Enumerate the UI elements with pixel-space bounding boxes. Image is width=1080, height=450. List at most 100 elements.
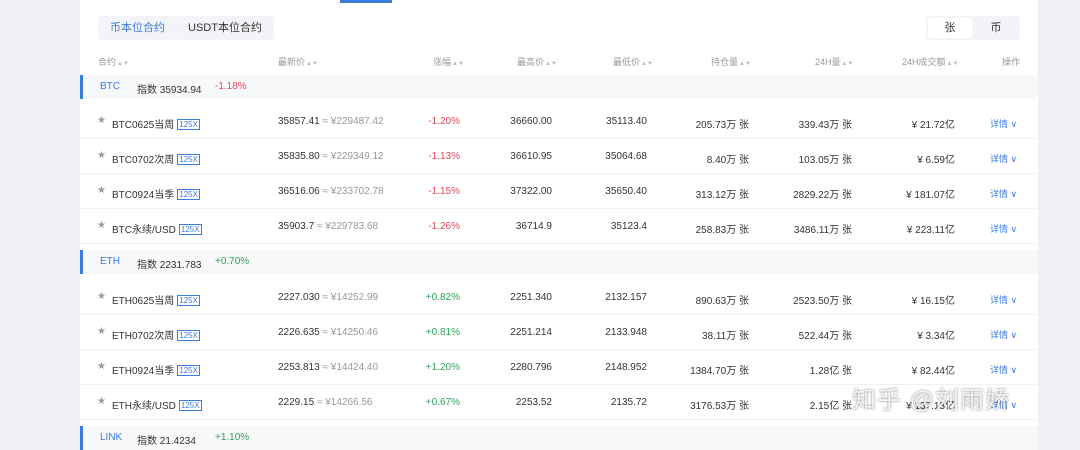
change-value: +0.67% bbox=[425, 397, 460, 408]
chevron-down-icon: ∨ bbox=[1010, 189, 1018, 199]
leverage-badge: 125X bbox=[177, 154, 200, 165]
col-header-volume[interactable]: 24H量▲▼ bbox=[815, 55, 853, 68]
contract-name[interactable]: BTC永续/USD 125X bbox=[112, 221, 202, 236]
sort-icon: ▲▼ bbox=[452, 61, 464, 67]
unit-toggle: 张 币 bbox=[926, 16, 1020, 40]
contract-name[interactable]: ETH0924当季 125X bbox=[112, 362, 200, 377]
leverage-badge: 125X bbox=[177, 365, 200, 376]
change-value: -1.26% bbox=[428, 221, 460, 232]
high-value: 2280.796 bbox=[510, 362, 552, 373]
change-value: -1.20% bbox=[428, 116, 460, 127]
sort-icon: ▲▼ bbox=[946, 61, 959, 67]
detail-link[interactable]: 详情 ∨ bbox=[990, 363, 1017, 376]
tab-usdt-margined[interactable]: USDT本位合约 bbox=[176, 16, 274, 40]
sort-icon: ▲▼ bbox=[641, 61, 653, 67]
sort-icon: ▲▼ bbox=[545, 61, 557, 67]
col-header-change[interactable]: 涨幅▲▼ bbox=[433, 55, 464, 68]
chevron-down-icon: ∨ bbox=[1010, 154, 1018, 164]
sort-icon: ▲▼ bbox=[306, 61, 318, 67]
contract-name[interactable]: ETH0702次周 125X bbox=[112, 327, 200, 342]
group-code: BTC bbox=[100, 81, 120, 92]
col-header-turnover-label: 24H成交额 bbox=[902, 57, 946, 67]
high-value: 36660.00 bbox=[510, 116, 552, 127]
group-accent-bar bbox=[80, 426, 83, 450]
detail-link[interactable]: 详情 ∨ bbox=[990, 187, 1017, 200]
star-icon[interactable]: ★ bbox=[97, 291, 106, 302]
watermark: 知乎 @刘雨娇 bbox=[852, 387, 1011, 414]
open-interest-value: 3176.53万 张 bbox=[690, 401, 749, 412]
volume-value: 339.43万 张 bbox=[798, 120, 852, 131]
contract-name[interactable]: BTC0702次周 125X bbox=[112, 151, 200, 166]
sort-icon: ▲▼ bbox=[117, 61, 129, 67]
change-value: -1.13% bbox=[428, 151, 460, 162]
open-interest-value: 313.12万 张 bbox=[695, 190, 749, 201]
chevron-down-icon: ∨ bbox=[1010, 400, 1018, 410]
group-code: ETH bbox=[100, 256, 120, 267]
index-change: +0.70% bbox=[215, 256, 250, 267]
open-interest-value: 8.40万 张 bbox=[706, 155, 749, 166]
col-header-last-price[interactable]: 最新价▲▼ bbox=[278, 55, 318, 68]
table-row[interactable]: ★ ETH0702次周 125X 2226.635 ≈ ¥14250.46 +0.… bbox=[80, 314, 1038, 350]
last-price: 2253.813 ≈ ¥14424.40 bbox=[278, 362, 379, 373]
last-price: 2226.635 ≈ ¥14250.46 bbox=[278, 327, 379, 338]
table-row[interactable]: ★ BTC永续/USD 125X 35903.7 ≈ ¥229783.68 -1.… bbox=[80, 208, 1038, 244]
volume-value: 2.15亿 张 bbox=[809, 401, 852, 412]
contract-name[interactable]: ETH永续/USD 125X bbox=[112, 397, 202, 412]
col-header-turnover[interactable]: 24H成交额▲▼ bbox=[902, 55, 958, 68]
star-icon[interactable]: ★ bbox=[97, 326, 106, 337]
last-price: 35835.80 ≈ ¥229349.12 bbox=[278, 151, 384, 162]
col-header-last-price-label: 最新价 bbox=[278, 57, 306, 67]
col-header-change-label: 涨幅 bbox=[433, 57, 452, 67]
star-icon[interactable]: ★ bbox=[97, 361, 106, 372]
chevron-down-icon: ∨ bbox=[1010, 295, 1018, 305]
star-icon[interactable]: ★ bbox=[97, 150, 106, 161]
col-header-volume-label: 24H量 bbox=[815, 57, 841, 67]
col-header-high-label: 最高价 bbox=[517, 57, 545, 67]
detail-link[interactable]: 详情 ∨ bbox=[990, 328, 1017, 341]
detail-link[interactable]: 详情 ∨ bbox=[990, 222, 1017, 235]
index-label: 指数 2231.783 bbox=[137, 260, 202, 271]
unit-option-coins[interactable]: 币 bbox=[974, 18, 1018, 38]
volume-value: 522.44万 张 bbox=[798, 331, 852, 342]
col-header-contract[interactable]: 合约▲▼ bbox=[98, 55, 129, 68]
low-value: 35123.4 bbox=[610, 221, 647, 232]
change-value: +1.20% bbox=[425, 362, 460, 373]
table-row[interactable]: ★ BTC0702次周 125X 35835.80 ≈ ¥229349.12 -1… bbox=[80, 138, 1038, 174]
tab-coin-margined[interactable]: 币本位合约 bbox=[98, 16, 177, 40]
detail-link[interactable]: 详情 ∨ bbox=[990, 152, 1017, 165]
last-price: 35857.41 ≈ ¥229487.42 bbox=[278, 116, 384, 127]
low-value: 2148.952 bbox=[605, 362, 647, 373]
leverage-badge: 125X bbox=[177, 119, 200, 130]
leverage-badge: 125X bbox=[177, 189, 200, 200]
low-value: 2132.157 bbox=[605, 292, 647, 303]
star-icon[interactable]: ★ bbox=[97, 220, 106, 231]
turnover-value: ¥ 6.59亿 bbox=[917, 155, 955, 166]
turnover-value: ¥ 223.11亿 bbox=[906, 225, 955, 236]
table-row[interactable]: ★ ETH0625当周 125X 2227.030 ≈ ¥14252.99 +0.… bbox=[80, 279, 1038, 315]
turnover-value: ¥ 3.34亿 bbox=[917, 331, 955, 342]
table-row[interactable]: ★ BTC0625当周 125X 35857.41 ≈ ¥229487.42 -1… bbox=[80, 103, 1038, 139]
table-row[interactable]: ★ BTC0924当季 125X 36516.06 ≈ ¥233702.78 -1… bbox=[80, 173, 1038, 209]
index-change: -1.18% bbox=[215, 81, 247, 92]
detail-link[interactable]: 详情 ∨ bbox=[990, 293, 1017, 306]
change-value: +0.82% bbox=[425, 292, 460, 303]
col-header-low[interactable]: 最低价▲▼ bbox=[613, 55, 653, 68]
contract-name[interactable]: BTC0924当季 125X bbox=[112, 186, 200, 201]
open-interest-value: 38.11万 张 bbox=[701, 331, 749, 342]
star-icon[interactable]: ★ bbox=[97, 396, 106, 407]
high-value: 2251.214 bbox=[510, 327, 552, 338]
star-icon[interactable]: ★ bbox=[97, 185, 106, 196]
active-nav-indicator bbox=[340, 0, 392, 3]
col-header-high[interactable]: 最高价▲▼ bbox=[517, 55, 557, 68]
low-value: 2133.948 bbox=[605, 327, 647, 338]
contract-name[interactable]: ETH0625当周 125X bbox=[112, 292, 200, 307]
detail-link[interactable]: 详情 ∨ bbox=[990, 117, 1017, 130]
turnover-value: ¥ 16.15亿 bbox=[911, 296, 955, 307]
chevron-down-icon: ∨ bbox=[1010, 119, 1018, 129]
leverage-badge: 125X bbox=[178, 224, 202, 235]
unit-option-contracts[interactable]: 张 bbox=[928, 18, 972, 38]
col-header-low-label: 最低价 bbox=[613, 57, 641, 67]
col-header-open-interest[interactable]: 持仓量▲▼ bbox=[711, 55, 751, 68]
star-icon[interactable]: ★ bbox=[97, 115, 106, 126]
contract-name[interactable]: BTC0625当周 125X bbox=[112, 116, 200, 131]
